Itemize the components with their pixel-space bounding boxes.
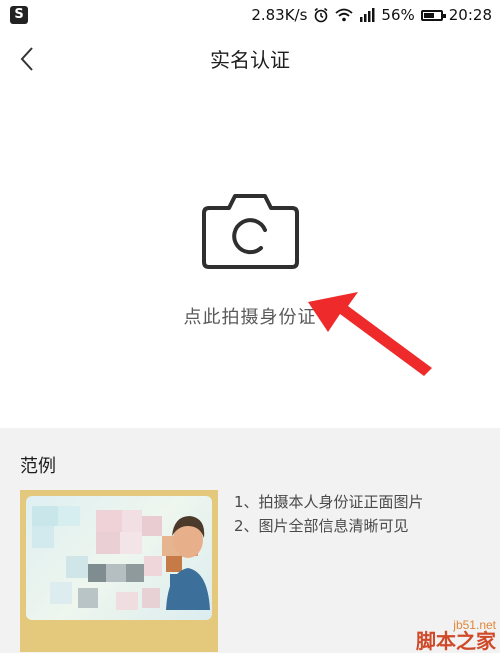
status-indicators: 2.83K/s 56% 20:28 [251,0,492,30]
capture-id-card-label[interactable]: 点此拍摄身份证 [0,303,500,329]
example-section: 范例 1、拍摄本人身份证正面图片 2、图片全部信息清晰可见 jb51.net 脚… [0,430,500,653]
portrait-image [166,516,210,610]
clock: 20:28 [448,6,492,24]
status-bar: S 2.83K/s 56% 20:28 [0,0,500,30]
site-watermark: jb51.net 脚本之家 [416,619,496,651]
network-speed: 2.83K/s [251,6,308,24]
navigation-bar: 实名认证 [0,30,500,90]
watermark-name: 脚本之家 [416,629,496,653]
battery-level-fill [423,12,434,18]
battery-percent: 56% [381,6,415,24]
instruction-item: 1、拍摄本人身份证正面图片 [234,493,424,511]
alarm-icon [313,7,329,23]
capture-id-card-area[interactable]: 点此拍摄身份证 [0,90,500,428]
instruction-item: 2、图片全部信息清晰可见 [234,517,409,535]
id-card-sample [26,496,212,620]
page-title: 实名认证 [210,48,290,72]
example-id-card-image [20,490,218,652]
camera-icon[interactable] [201,190,300,270]
wifi-icon [335,8,354,22]
example-instructions: 1、拍摄本人身份证正面图片 2、图片全部信息清晰可见 [234,490,424,538]
signal-icon [359,8,375,22]
example-heading: 范例 [20,456,56,477]
app-notification-icon: S [10,6,28,24]
battery-icon [420,9,446,21]
